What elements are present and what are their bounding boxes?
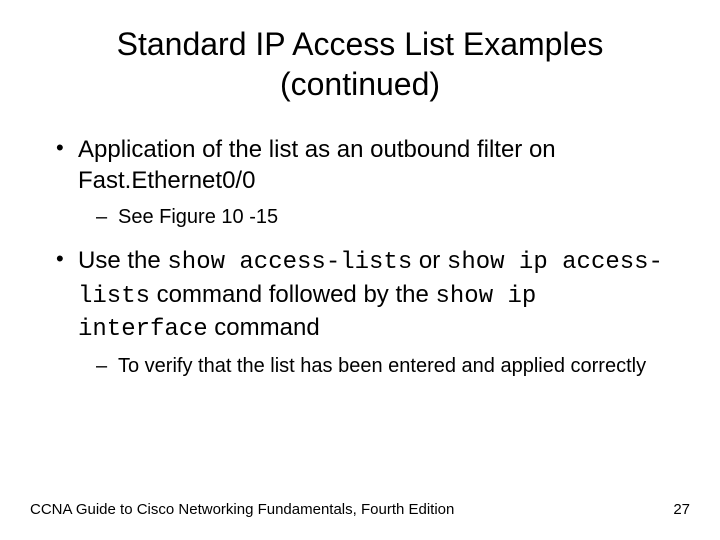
slide: Standard IP Access List Examples (contin… xyxy=(0,0,720,540)
bullet-2: Use the show access-lists or show ip acc… xyxy=(50,245,670,380)
footer: CCNA Guide to Cisco Networking Fundament… xyxy=(30,501,690,518)
bullet-1-sub-1: See Figure 10 -15 xyxy=(78,204,670,231)
bullet-1-sublist: See Figure 10 -15 xyxy=(78,204,670,231)
bullet-1: Application of the list as an outbound f… xyxy=(50,134,670,231)
footer-text: CCNA Guide to Cisco Networking Fundament… xyxy=(30,501,454,518)
bullet-2-sublist: To verify that the list has been entered… xyxy=(78,353,670,380)
bullet-2-mid-2: command followed by the xyxy=(150,281,435,308)
page-number: 27 xyxy=(673,501,690,518)
bullet-2-mid-1: or xyxy=(412,247,447,274)
page-title: Standard IP Access List Examples (contin… xyxy=(80,24,640,104)
bullet-2-sub-1: To verify that the list has been entered… xyxy=(78,353,670,380)
bullet-list: Application of the list as an outbound f… xyxy=(50,134,670,380)
bullet-2-code-1: show access-lists xyxy=(167,249,412,276)
bullet-2-pre: Use the xyxy=(78,247,167,274)
bullet-1-text: Application of the list as an outbound f… xyxy=(78,136,556,194)
bullet-2-post: command xyxy=(208,314,320,341)
